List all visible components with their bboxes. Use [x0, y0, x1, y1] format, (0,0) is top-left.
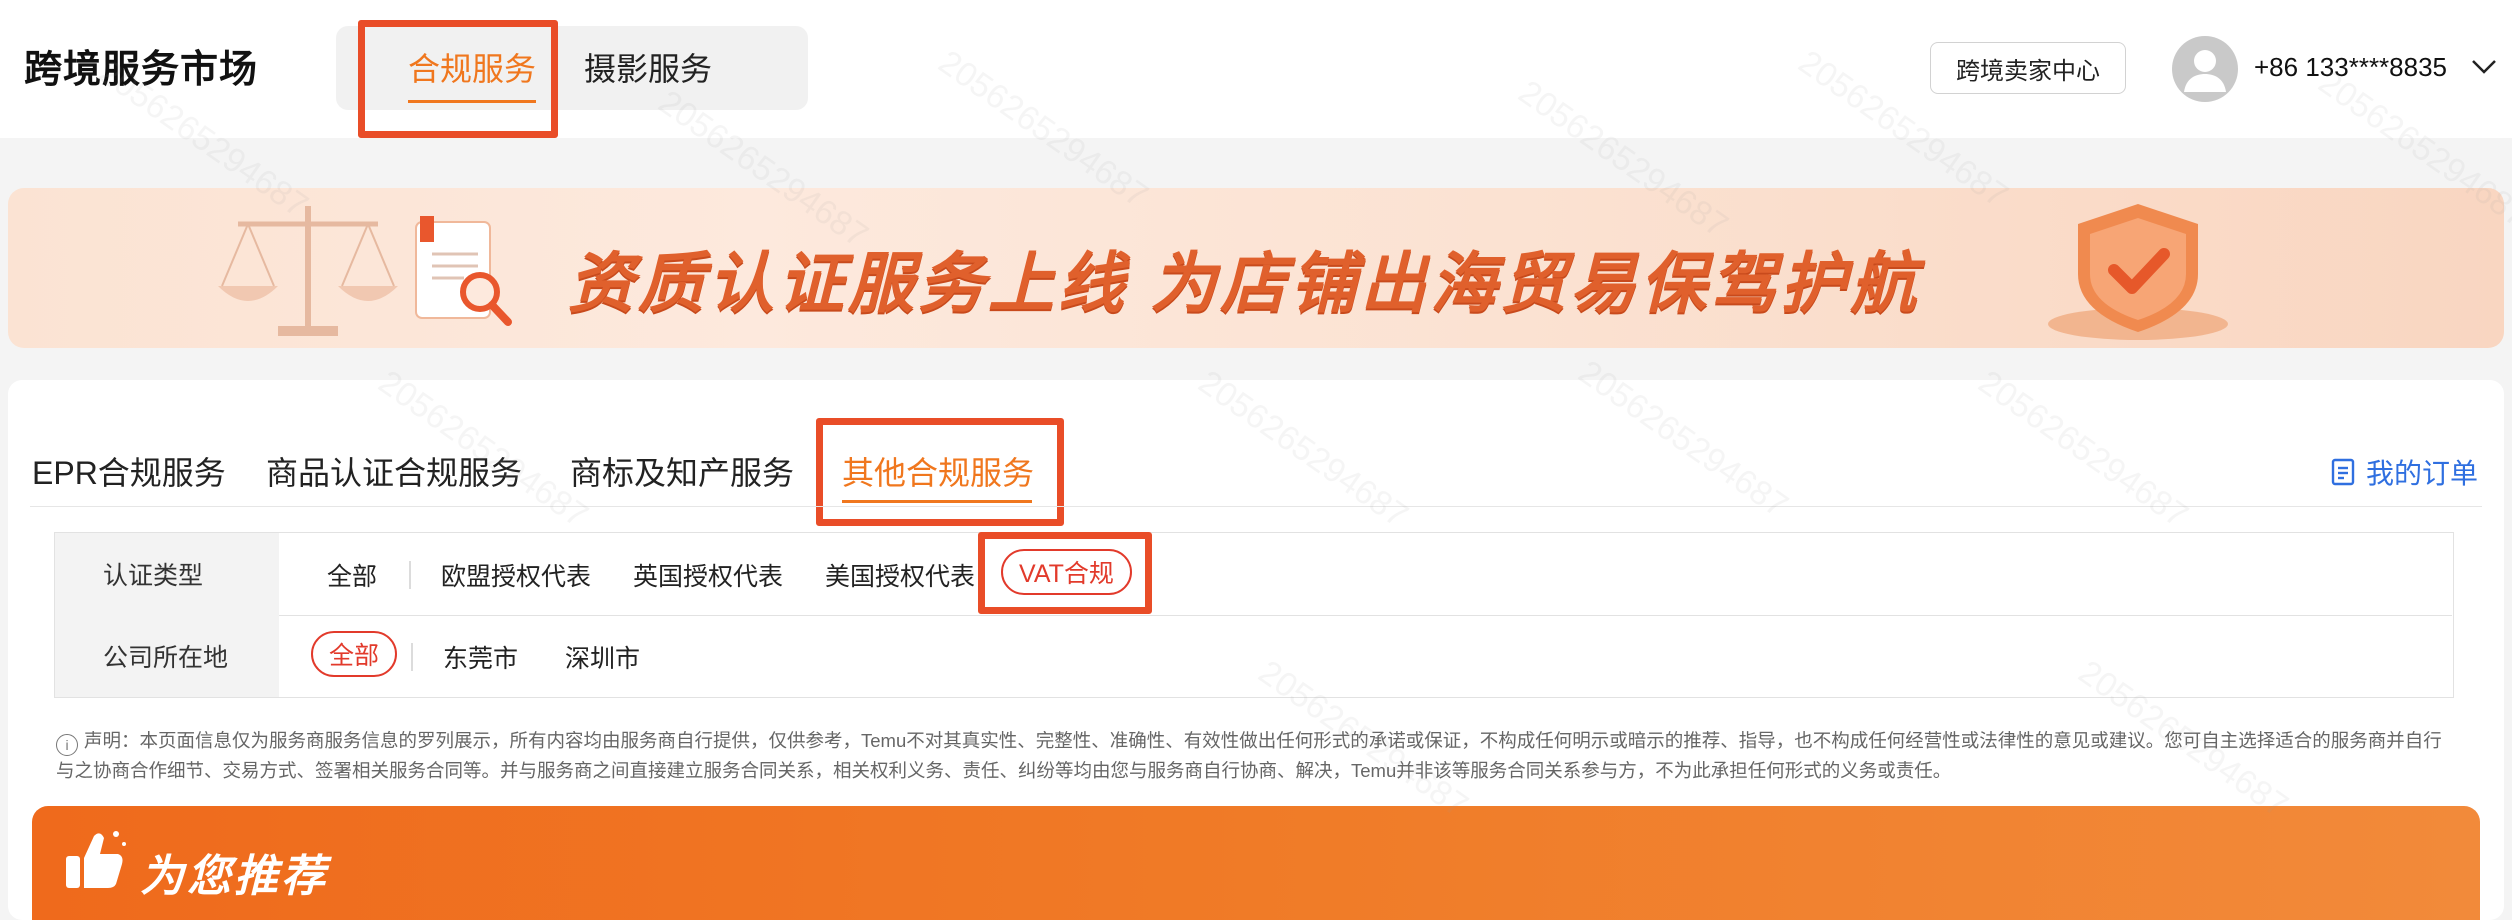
account-phone[interactable]: +86 133****8835 — [2254, 52, 2447, 83]
filter-row-cert-type: 认证类型 全部 欧盟授权代表 英国授权代表 美国授权代表 VAT合规 — [55, 533, 2452, 616]
recommend-title: 为您推荐 — [140, 852, 328, 901]
info-icon: i — [56, 734, 78, 756]
filter-option-location-all[interactable]: 全部 — [311, 631, 398, 677]
site-brand[interactable]: 跨境服务市场 — [24, 38, 258, 93]
user-avatar-icon — [2184, 50, 2226, 92]
filter-row-location: 公司所在地 全部 东莞市 深圳市 — [55, 615, 2452, 697]
tab-epr-compliance[interactable]: EPR合规服务 — [32, 448, 226, 494]
thumbs-up-icon — [66, 831, 126, 888]
tab-divider — [30, 506, 2482, 507]
filter-separator — [411, 643, 413, 671]
highlight-box-nav — [358, 20, 558, 138]
shield-check-icon — [2048, 204, 2228, 340]
seller-center-button[interactable]: 跨境卖家中心 — [1930, 42, 2126, 94]
banner-headline: 资质认证服务上线 为店铺出海贸易保驾护航 — [568, 246, 1921, 320]
my-orders-link[interactable]: 我的订单 — [2330, 452, 2478, 492]
disclaimer-text: 声明：本页面信息仅为服务商服务信息的罗列展示，所有内容均由服务商自行提供，仅供参… — [56, 730, 2442, 781]
recommend-section: 为您推荐 — [32, 806, 2480, 920]
filter-separator — [409, 561, 411, 589]
filter-label-cert-type: 认证类型 — [55, 533, 279, 615]
tab-trademark-ip[interactable]: 商标及知产服务 — [570, 448, 794, 494]
my-orders-label: 我的订单 — [2366, 458, 2479, 489]
highlight-box-tab — [816, 418, 1064, 526]
filter-label-location: 公司所在地 — [55, 615, 279, 697]
filter-option-us-rep[interactable]: 美国授权代表 — [825, 557, 975, 593]
certificate-search-icon — [415, 216, 512, 326]
chevron-down-icon[interactable] — [2470, 54, 2498, 78]
nav-tab-photography[interactable]: 摄影服务 — [584, 44, 712, 90]
top-header: 跨境服务市场 合规服务 摄影服务 跨境卖家中心 +86 133****8835 — [0, 0, 2512, 138]
filter-option-all[interactable]: 全部 — [327, 557, 377, 593]
filter-option-shenzhen[interactable]: 深圳市 — [565, 639, 640, 675]
filter-option-eu-rep[interactable]: 欧盟授权代表 — [441, 557, 591, 593]
filter-option-dongguan[interactable]: 东莞市 — [443, 639, 518, 675]
tab-product-certification[interactable]: 商品认证合规服务 — [266, 448, 522, 494]
order-list-icon — [2331, 458, 2355, 486]
disclaimer: i 声明：本页面信息仅为服务商服务信息的罗列展示，所有内容均由服务商自行提供，仅供… — [56, 726, 2456, 786]
scale-icon — [218, 206, 398, 336]
avatar[interactable] — [2172, 36, 2238, 102]
highlight-box-vat — [978, 532, 1152, 614]
filter-option-uk-rep[interactable]: 英国授权代表 — [633, 557, 783, 593]
filter-panel: 认证类型 全部 欧盟授权代表 英国授权代表 美国授权代表 VAT合规 公司所在地… — [54, 532, 2454, 698]
promo-banner[interactable]: 资质认证服务上线 为店铺出海贸易保驾护航 — [8, 188, 2504, 348]
